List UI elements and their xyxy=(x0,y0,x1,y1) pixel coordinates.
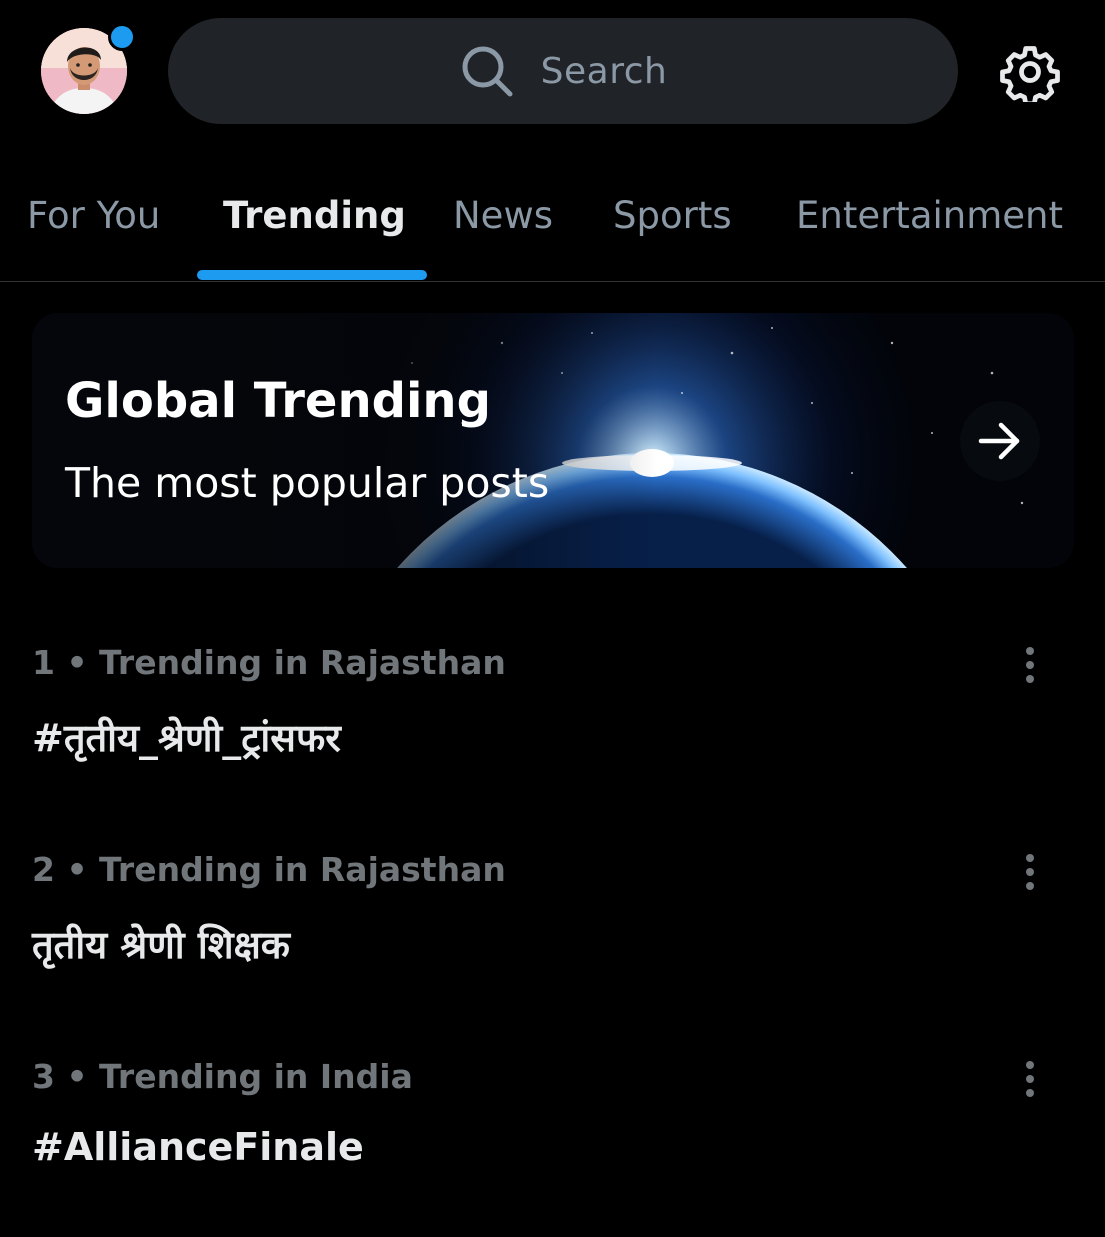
trend-title: #तृतीय_श्रेणी_ट्रांसफर xyxy=(32,716,341,760)
search-placeholder: Search xyxy=(540,50,668,92)
tab-bar: For You Trending News Sports Entertainme… xyxy=(0,160,1105,282)
trend-item[interactable]: 1 • Trending in Rajasthan #तृतीय_श्रेणी_… xyxy=(0,643,1105,823)
search-icon xyxy=(459,43,515,99)
trend-context: 1 • Trending in Rajasthan xyxy=(32,643,506,682)
more-options-icon[interactable] xyxy=(1012,1057,1048,1101)
tab-sports[interactable]: Sports xyxy=(613,194,732,237)
search-bar[interactable]: Search xyxy=(168,18,958,124)
trend-title: तृतीय श्रेणी शिक्षक xyxy=(32,923,290,967)
more-options-icon[interactable] xyxy=(1012,643,1048,687)
global-trending-banner[interactable]: Global Trending The most popular posts xyxy=(32,313,1074,568)
top-header: Search xyxy=(0,0,1105,140)
banner-title: Global Trending xyxy=(65,373,491,429)
tab-trending[interactable]: Trending xyxy=(223,194,406,237)
tab-for-you[interactable]: For You xyxy=(27,194,160,237)
trend-title: #AllianceFinale xyxy=(32,1125,364,1169)
earth-space-image xyxy=(32,313,1074,568)
trend-item[interactable]: 2 • Trending in Rajasthan तृतीय श्रेणी श… xyxy=(0,850,1105,1030)
trend-item[interactable]: 3 • Trending in India #AllianceFinale xyxy=(0,1057,1105,1237)
notification-dot xyxy=(108,23,136,51)
trend-context: 3 • Trending in India xyxy=(32,1057,413,1096)
gear-icon[interactable] xyxy=(1000,42,1060,107)
tab-entertainment[interactable]: Entertainment xyxy=(796,194,1063,237)
tab-news[interactable]: News xyxy=(453,194,553,237)
arrow-right-icon[interactable] xyxy=(960,401,1040,481)
more-options-icon[interactable] xyxy=(1012,850,1048,894)
trend-context: 2 • Trending in Rajasthan xyxy=(32,850,506,889)
banner-subtitle: The most popular posts xyxy=(65,459,550,507)
active-tab-indicator xyxy=(197,270,427,280)
